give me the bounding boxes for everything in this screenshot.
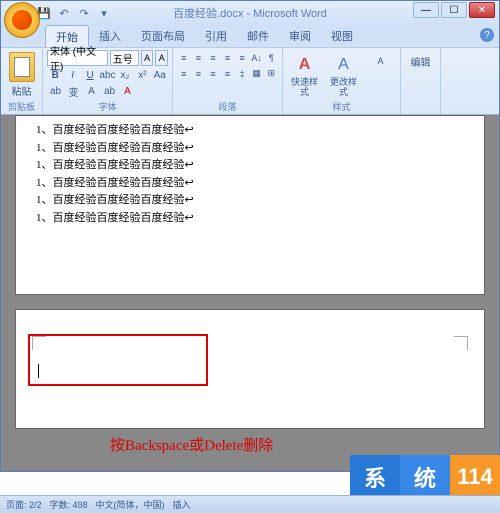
titlebar: 💾 ↶ ↷ ▾ 百度经验.docx - Microsoft Word — ☐ ✕ bbox=[1, 1, 499, 25]
font-name-combo[interactable]: 宋体 (中文正) bbox=[47, 50, 108, 66]
office-button[interactable] bbox=[4, 2, 40, 38]
watermark-char: 统 bbox=[400, 455, 450, 499]
app-window: 💾 ↶ ↷ ▾ 百度经验.docx - Microsoft Word — ☐ ✕… bbox=[0, 0, 500, 472]
show-marks-button[interactable]: ¶ bbox=[264, 50, 278, 65]
font-color-button[interactable]: A bbox=[119, 84, 136, 99]
tab-review[interactable]: 审阅 bbox=[279, 25, 321, 47]
clear-format-button[interactable]: ab bbox=[47, 84, 64, 99]
paragraph-line[interactable]: 1、百度经验百度经验百度经验↩ bbox=[36, 140, 464, 158]
qat-dropdown-icon[interactable]: ▾ bbox=[95, 4, 113, 22]
change-styles-icon: A bbox=[332, 52, 354, 78]
align-left-button[interactable]: ≡ bbox=[177, 66, 191, 81]
watermark-char: 系 bbox=[350, 455, 400, 499]
paragraph-line[interactable]: 1、百度经验百度经验百度经验↩ bbox=[36, 175, 464, 193]
group-editing: 编辑 bbox=[401, 48, 441, 114]
undo-icon[interactable]: ↶ bbox=[55, 4, 73, 22]
close-button[interactable]: ✕ bbox=[469, 2, 495, 18]
page-1[interactable]: 1、百度经验百度经验百度经验↩ 1、百度经验百度经验百度经验↩ 1、百度经验百度… bbox=[15, 115, 485, 295]
italic-button[interactable]: I bbox=[64, 68, 80, 83]
text-cursor bbox=[38, 364, 39, 378]
group-clipboard: 粘贴 剪贴板 bbox=[1, 48, 43, 114]
sort-button[interactable]: A↓ bbox=[250, 50, 264, 65]
styles-group-label: 样式 bbox=[283, 100, 400, 113]
status-page[interactable]: 页面: 2/2 bbox=[6, 498, 42, 511]
find-icon: A bbox=[377, 56, 383, 66]
margin-mark-icon bbox=[454, 336, 468, 350]
multilevel-button[interactable]: ≡ bbox=[206, 50, 220, 65]
tab-layout[interactable]: 页面布局 bbox=[131, 25, 195, 47]
office-logo-icon bbox=[12, 10, 32, 30]
indent-dec-button[interactable]: ≡ bbox=[221, 50, 235, 65]
grow-font-button[interactable]: A bbox=[141, 50, 154, 66]
redo-icon[interactable]: ↷ bbox=[75, 4, 93, 22]
change-styles-label: 更改样式 bbox=[326, 78, 361, 98]
indent-inc-button[interactable]: ≡ bbox=[235, 50, 249, 65]
superscript-button[interactable]: x² bbox=[134, 68, 150, 83]
borders-button[interactable]: ⊞ bbox=[264, 66, 278, 81]
tab-mail[interactable]: 邮件 bbox=[237, 25, 279, 47]
change-styles-button[interactable]: A 更改样式 bbox=[326, 52, 361, 98]
font-size-combo[interactable]: 五号 bbox=[110, 50, 139, 66]
align-justify-button[interactable]: ≡ bbox=[221, 66, 235, 81]
align-center-button[interactable]: ≡ bbox=[192, 66, 206, 81]
align-right-button[interactable]: ≡ bbox=[206, 66, 220, 81]
minimize-button[interactable]: — bbox=[413, 2, 439, 18]
help-icon[interactable]: ? bbox=[480, 28, 494, 42]
shrink-font-button[interactable]: A bbox=[155, 50, 168, 66]
highlight-button[interactable]: ab bbox=[101, 84, 118, 99]
group-font: 宋体 (中文正) 五号 A A B I U abc x₂ x² Aa ab 变 … bbox=[43, 48, 173, 114]
tab-references[interactable]: 引用 bbox=[195, 25, 237, 47]
bullets-button[interactable]: ≡ bbox=[177, 50, 191, 65]
bold-button[interactable]: B bbox=[47, 68, 63, 83]
window-controls: — ☐ ✕ bbox=[413, 2, 495, 18]
quick-styles-button[interactable]: A 快速样式 bbox=[287, 52, 322, 98]
paste-icon[interactable] bbox=[9, 52, 35, 82]
find-button[interactable]: A bbox=[365, 52, 396, 66]
shading-button[interactable]: ▦ bbox=[250, 66, 264, 81]
clipboard-group-label: 剪贴板 bbox=[1, 100, 42, 113]
status-language[interactable]: 中文(简体，中国) bbox=[96, 498, 165, 511]
quick-access-toolbar: 💾 ↶ ↷ ▾ bbox=[35, 4, 113, 22]
maximize-button[interactable]: ☐ bbox=[441, 2, 467, 18]
watermark: 系 统 114 bbox=[350, 455, 500, 499]
window-title: 百度经验.docx - Microsoft Word bbox=[173, 5, 327, 21]
line-spacing-button[interactable]: ‡ bbox=[235, 66, 249, 81]
strike-button[interactable]: abc bbox=[99, 68, 115, 83]
paragraph-group-label: 段落 bbox=[173, 100, 282, 113]
font-group-label: 字体 bbox=[43, 100, 172, 113]
phonetic-button[interactable]: 变 bbox=[65, 84, 82, 99]
document-area[interactable]: 1、百度经验百度经验百度经验↩ 1、百度经验百度经验百度经验↩ 1、百度经验百度… bbox=[1, 115, 499, 471]
group-styles: A 快速样式 A 更改样式 A 样式 bbox=[283, 48, 401, 114]
page-2[interactable] bbox=[15, 309, 485, 429]
paste-label: 粘贴 bbox=[12, 83, 32, 98]
quick-styles-label: 快速样式 bbox=[287, 78, 322, 98]
numbering-button[interactable]: ≡ bbox=[192, 50, 206, 65]
paragraph-line[interactable]: 1、百度经验百度经验百度经验↩ bbox=[36, 122, 464, 140]
status-insert-mode[interactable]: 插入 bbox=[173, 498, 191, 511]
editing-label[interactable]: 编辑 bbox=[411, 54, 431, 69]
paragraph-line[interactable]: 1、百度经验百度经验百度经验↩ bbox=[36, 157, 464, 175]
quick-styles-icon: A bbox=[293, 52, 315, 78]
subscript-button[interactable]: x₂ bbox=[117, 68, 133, 83]
ribbon: 粘贴 剪贴板 宋体 (中文正) 五号 A A B I U abc x₂ x² A… bbox=[1, 47, 499, 115]
status-words[interactable]: 字数: 498 bbox=[50, 498, 88, 511]
annotation-highlight-box bbox=[28, 334, 208, 386]
tab-view[interactable]: 视图 bbox=[321, 25, 363, 47]
underline-button[interactable]: U bbox=[82, 68, 98, 83]
annotation-text: 按Backspace或Delete删除 bbox=[110, 434, 273, 455]
char-border-button[interactable]: A bbox=[83, 84, 100, 99]
status-bar: 页面: 2/2 字数: 498 中文(简体，中国) 插入 bbox=[0, 495, 500, 513]
watermark-char: 114 bbox=[450, 455, 500, 499]
paragraph-line[interactable]: 1、百度经验百度经验百度经验↩ bbox=[36, 192, 464, 210]
paragraph-line[interactable]: 1、百度经验百度经验百度经验↩ bbox=[36, 210, 464, 228]
change-case-button[interactable]: Aa bbox=[152, 68, 168, 83]
group-paragraph: ≡ ≡ ≡ ≡ ≡ A↓ ¶ ≡ ≡ ≡ ≡ ‡ ▦ ⊞ 段落 bbox=[173, 48, 283, 114]
